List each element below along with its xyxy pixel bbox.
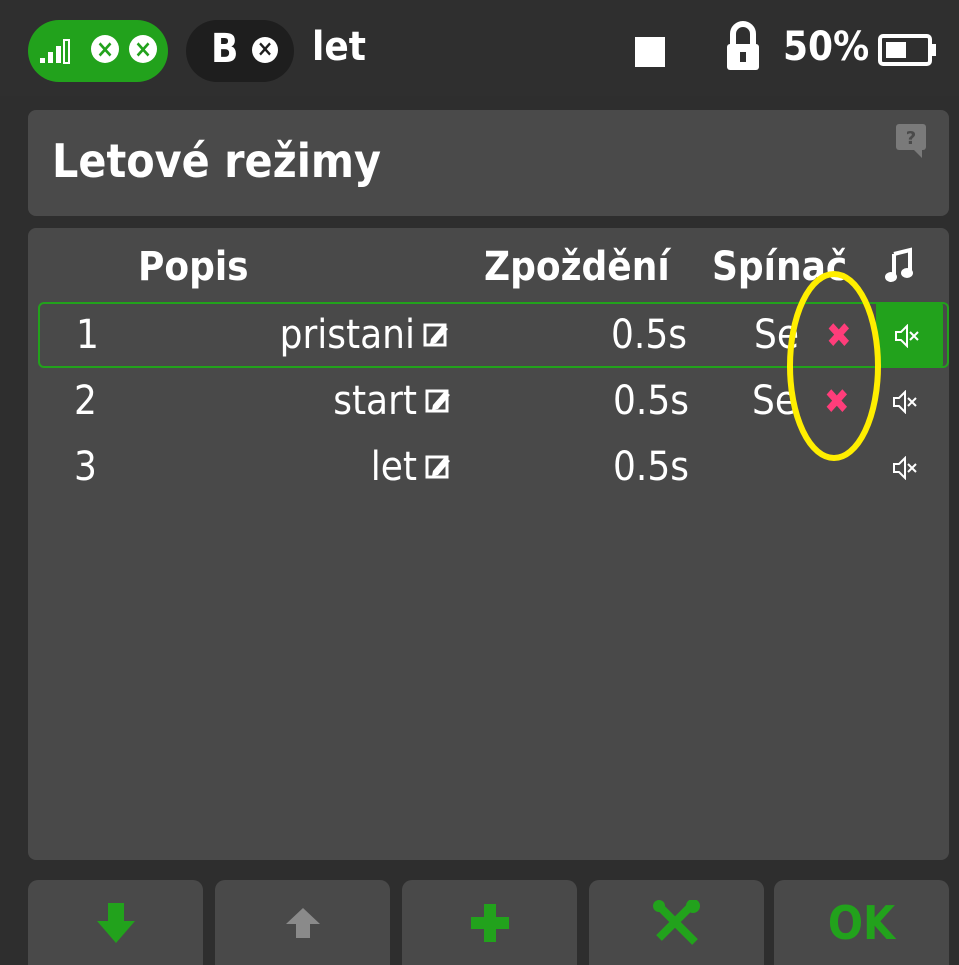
plus-icon xyxy=(470,903,509,942)
annotation-highlight-ellipse xyxy=(787,271,881,461)
row-number: 3 xyxy=(74,444,97,490)
row-number: 2 xyxy=(74,378,97,424)
bottom-toolbar: OK xyxy=(28,880,949,965)
music-note-icon xyxy=(885,247,913,282)
flight-mode-label: let xyxy=(312,24,366,70)
stop-icon[interactable] xyxy=(635,37,665,67)
sound-toggle[interactable] xyxy=(874,368,941,434)
row-name: start xyxy=(333,378,417,424)
receiver-status-pill[interactable]: × × xyxy=(28,20,168,82)
edit-icon[interactable] xyxy=(425,387,451,415)
speaker-muted-icon xyxy=(893,456,917,480)
row-name: let xyxy=(370,444,417,490)
help-icon[interactable]: ? xyxy=(896,124,926,158)
screen: × × B × let 50% Letové režimy ? Popis Zp… xyxy=(0,0,959,965)
move-up-button[interactable] xyxy=(215,880,390,965)
arrow-up-icon xyxy=(285,907,320,938)
tools-icon xyxy=(652,899,700,945)
column-header-description: Popis xyxy=(138,244,249,290)
close-circle-icon: × xyxy=(91,35,119,63)
row-name: pristani xyxy=(279,312,415,358)
edit-icon[interactable] xyxy=(425,453,451,481)
lock-icon[interactable] xyxy=(725,18,761,72)
model-pill[interactable]: B × xyxy=(186,20,294,82)
row-delay[interactable]: 0.5s xyxy=(611,312,687,358)
add-button[interactable] xyxy=(402,880,577,965)
sound-toggle[interactable] xyxy=(874,434,941,500)
pill-label: B xyxy=(211,26,239,72)
close-circle-icon: × xyxy=(252,37,278,63)
ok-label: OK xyxy=(827,895,896,950)
close-circle-icon: × xyxy=(129,35,157,63)
status-bar: × × B × let 50% xyxy=(0,0,959,96)
edit-icon[interactable] xyxy=(423,321,449,349)
tools-button[interactable] xyxy=(589,880,764,965)
arrow-down-icon xyxy=(96,902,135,943)
sound-toggle[interactable] xyxy=(876,302,943,368)
row-number: 1 xyxy=(76,312,99,358)
speaker-muted-icon xyxy=(893,390,917,414)
speaker-muted-icon xyxy=(895,324,919,348)
signal-bars-icon xyxy=(40,39,70,64)
row-name-cell[interactable]: start xyxy=(333,378,451,424)
ok-button[interactable]: OK xyxy=(774,880,949,965)
row-delay[interactable]: 0.5s xyxy=(613,378,689,424)
page-header: Letové režimy ? xyxy=(28,110,949,216)
column-header-delay: Zpoždění xyxy=(484,244,670,290)
row-name-cell[interactable]: pristani xyxy=(280,312,449,358)
battery-icon xyxy=(878,34,936,66)
battery-percent: 50% xyxy=(783,24,870,70)
page-title: Letové režimy xyxy=(52,134,381,188)
row-delay[interactable]: 0.5s xyxy=(613,444,689,490)
row-name-cell[interactable]: let xyxy=(371,444,451,490)
svg-text:?: ? xyxy=(906,128,916,149)
move-down-button[interactable] xyxy=(28,880,203,965)
